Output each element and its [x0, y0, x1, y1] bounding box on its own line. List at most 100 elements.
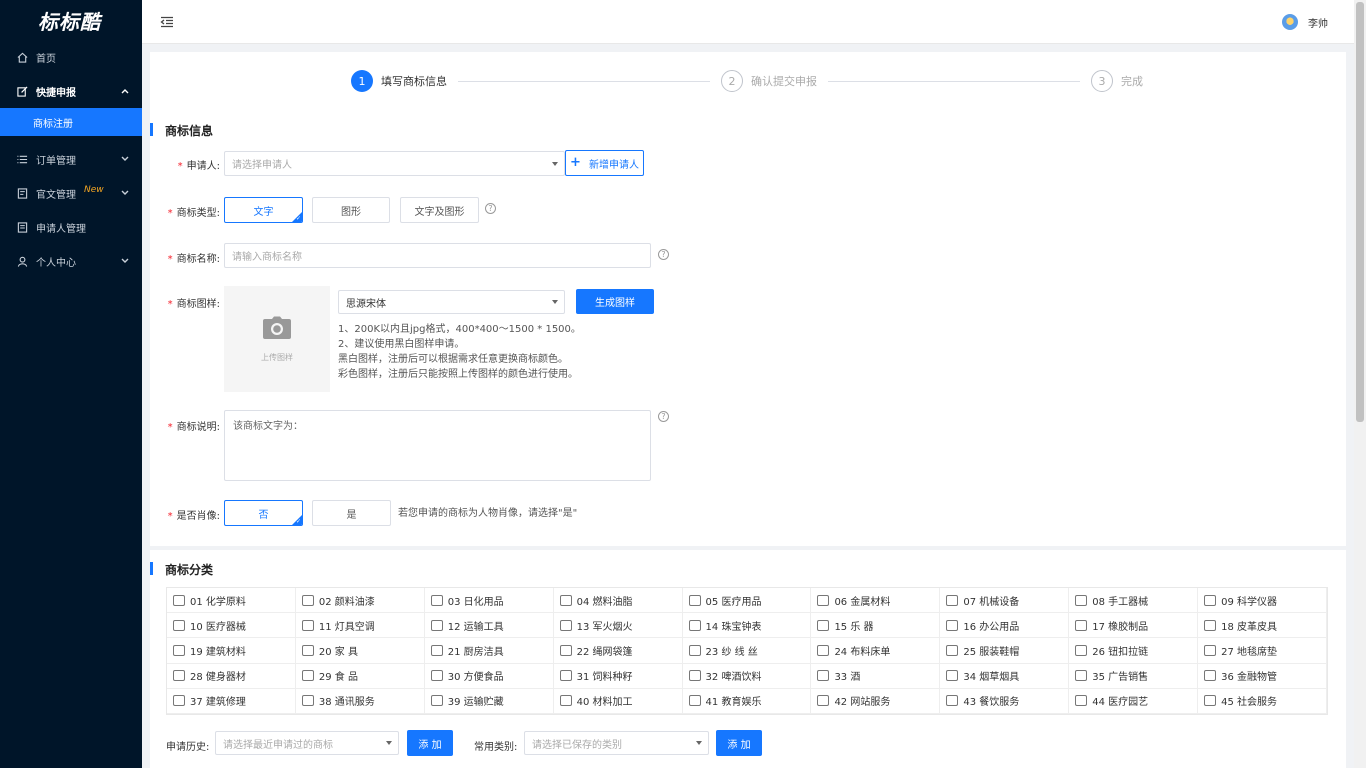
help-icon[interactable]: ?	[658, 411, 669, 422]
type-option-text[interactable]: 文字 ✓	[224, 197, 303, 223]
user-icon	[16, 255, 28, 267]
category-item[interactable]: 04 燃料油脂	[553, 588, 683, 614]
category-item[interactable]: 41 教育娱乐	[682, 688, 812, 714]
upload-pattern[interactable]: 上传图样	[224, 286, 330, 392]
portrait-option-no[interactable]: 否 ✓	[224, 500, 303, 526]
sidebar-item-orders[interactable]: 订单管理	[0, 142, 142, 176]
category-item[interactable]: 25 服装鞋帽	[940, 638, 1070, 664]
category-icon	[688, 670, 701, 682]
category-item[interactable]: 15 乐 器	[811, 613, 941, 639]
category-item[interactable]: 35 广告销售	[1069, 663, 1199, 689]
category-item[interactable]: 20 家 具	[295, 638, 425, 664]
category-item[interactable]: 18 皮革皮具	[1198, 613, 1327, 639]
category-icon	[817, 594, 830, 606]
category-item[interactable]: 13 军火烟火	[553, 613, 683, 639]
add-common-button[interactable]: 添 加	[716, 730, 762, 756]
category-item[interactable]: 05 医疗用品	[682, 588, 812, 614]
step-confirm: 2 确认提交申报	[721, 70, 817, 92]
category-item[interactable]: 37 建筑修理	[167, 688, 296, 714]
font-select[interactable]: 思源宋体	[338, 290, 565, 314]
category-item[interactable]: 02 颜料油漆	[295, 588, 425, 614]
history-select[interactable]: 请选择最近申请过的商标	[215, 731, 399, 755]
category-item[interactable]: 14 珠宝钟表	[682, 613, 812, 639]
category-item[interactable]: 29 食 品	[295, 663, 425, 689]
category-item[interactable]: 42 网站服务	[811, 688, 941, 714]
step-divider	[458, 81, 710, 82]
category-item[interactable]: 11 灯具空调	[295, 613, 425, 639]
hint-line: 1、200K以内且jpg格式，400*400～1500 * 1500。	[338, 324, 581, 335]
category-icon	[559, 695, 572, 707]
category-item[interactable]: 43 餐饮服务	[940, 688, 1070, 714]
trademark-info-card: 1 填写商标信息 2 确认提交申报 3 完成 商标信息 * 申请人: 请选择申请人…	[150, 52, 1346, 546]
common-category-select[interactable]: 请选择已保存的类别	[524, 731, 709, 755]
add-applicant-label: 新增申请人	[588, 159, 639, 171]
scrollbar[interactable]	[1354, 0, 1366, 768]
category-item[interactable]: 19 建筑材料	[167, 638, 296, 664]
category-item[interactable]: 26 钮扣拉链	[1069, 638, 1199, 664]
category-item[interactable]: 44 医疗园艺	[1069, 688, 1199, 714]
type-option-graphic[interactable]: 图形	[312, 197, 390, 223]
category-icon	[559, 594, 572, 606]
category-item[interactable]: 40 材料加工	[553, 688, 683, 714]
category-item[interactable]: 06 金属材料	[811, 588, 941, 614]
generate-pattern-button[interactable]: 生成图样	[576, 289, 654, 314]
category-item[interactable]: 36 金融物管	[1198, 663, 1327, 689]
user-menu[interactable]: 李帅	[1282, 14, 1328, 30]
trademark-name-input[interactable]: 请输入商标名称	[224, 243, 651, 268]
applicant-select[interactable]: 请选择申请人	[224, 151, 565, 176]
category-item[interactable]: 31 饲料种籽	[553, 663, 683, 689]
category-item[interactable]: 45 社会服务	[1198, 688, 1327, 714]
sidebar-item-applicants[interactable]: 申请人管理	[0, 210, 142, 244]
category-icon	[1204, 619, 1217, 631]
category-item[interactable]: 34 烟草烟具	[940, 663, 1070, 689]
category-item[interactable]: 17 橡胶制品	[1069, 613, 1199, 639]
category-item[interactable]: 30 方便食品	[424, 663, 554, 689]
add-applicant-button[interactable]: + 新增申请人	[565, 150, 644, 176]
type-option-text-graphic[interactable]: 文字及图形	[400, 197, 479, 223]
menu-fold-icon[interactable]	[160, 16, 174, 31]
sidebar-item-profile[interactable]: 个人中心	[0, 244, 142, 278]
hint-line: 彩色图样，注册后只能按照上传图样的颜色进行使用。	[338, 369, 578, 380]
pattern-label: * 商标图样:	[167, 299, 220, 310]
category-label: 33 酒	[834, 672, 861, 684]
sidebar-item-documents[interactable]: 官文管理 New	[0, 176, 142, 210]
category-item[interactable]: 22 绳网袋篷	[553, 638, 683, 664]
check-icon: ✓	[295, 215, 301, 222]
category-item[interactable]: 16 办公用品	[940, 613, 1070, 639]
help-icon[interactable]: ?	[658, 249, 669, 260]
category-item[interactable]: 38 通讯服务	[295, 688, 425, 714]
category-item[interactable]: 27 地毯席垫	[1198, 638, 1327, 664]
common-placeholder: 请选择已保存的类别	[532, 739, 622, 751]
category-label: 23 纱 线 丝	[705, 646, 758, 658]
pattern-hints: 1、200K以内且jpg格式，400*400～1500 * 1500。 2、建议…	[338, 322, 581, 382]
category-label: 32 啤酒饮料	[705, 672, 762, 684]
sidebar-item-trademark-registration[interactable]: 商标注册	[0, 108, 142, 136]
category-item[interactable]: 01 化学原料	[167, 588, 296, 614]
caret-down-icon	[552, 300, 558, 304]
trademark-description-textarea[interactable]: 该商标文字为：	[224, 410, 651, 481]
category-item[interactable]: 07 机械设备	[940, 588, 1070, 614]
category-item[interactable]: 28 健身器材	[167, 663, 296, 689]
add-history-button[interactable]: 添 加	[407, 730, 453, 756]
help-icon[interactable]: ?	[485, 203, 496, 214]
sidebar-item-home[interactable]: 首页	[0, 40, 142, 74]
category-item[interactable]: 10 医疗器械	[167, 613, 296, 639]
category-item[interactable]: 03 日化用品	[424, 588, 554, 614]
category-item[interactable]: 32 啤酒饮料	[682, 663, 812, 689]
scroll-thumb[interactable]	[1356, 2, 1364, 422]
category-item[interactable]: 12 运输工具	[424, 613, 554, 639]
category-icon	[946, 594, 959, 606]
category-item[interactable]: 23 纱 线 丝	[682, 638, 812, 664]
category-label: 37 建筑修理	[190, 697, 246, 709]
portrait-option-yes[interactable]: 是	[312, 500, 391, 526]
category-item[interactable]: 39 运输贮藏	[424, 688, 554, 714]
category-item[interactable]: 08 手工器械	[1069, 588, 1199, 614]
category-item[interactable]: 09 科学仪器	[1198, 588, 1327, 614]
category-item[interactable]: 33 酒	[811, 663, 941, 689]
category-icon	[688, 594, 701, 606]
sidebar-item-quick-apply[interactable]: 快捷申报	[0, 74, 142, 108]
category-item[interactable]: 24 布料床单	[811, 638, 941, 664]
sidebar: 标标酷 首页 快捷申报 商标注册 订单管理 官文管理 New 申请人管理 个人中…	[0, 0, 142, 768]
category-item[interactable]: 21 厨房洁具	[424, 638, 554, 664]
category-icon	[946, 644, 959, 656]
